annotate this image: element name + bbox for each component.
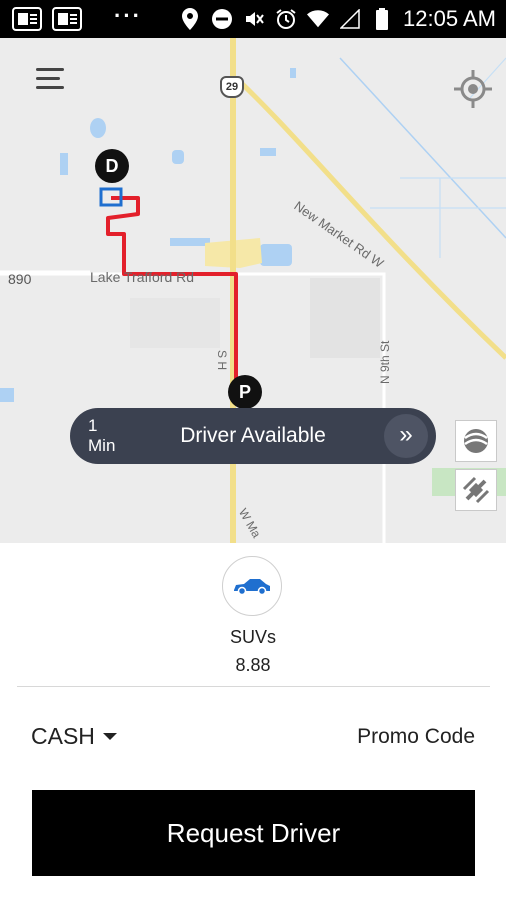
status-bar: ··· 12:05 AM — [0, 0, 506, 38]
road-label-890: 890 — [8, 271, 32, 287]
more-dots-icon: ··· — [114, 3, 142, 28]
wifi-icon — [307, 8, 330, 30]
car-icon — [234, 579, 270, 596]
dropoff-pin-label: D — [105, 156, 119, 176]
traffic-toggle-button[interactable] — [455, 469, 497, 511]
caret-down-icon — [102, 733, 117, 740]
cell-signal-icon — [339, 8, 361, 30]
vehicle-price: 8.88 — [235, 655, 271, 675]
news-app-icon — [52, 7, 82, 31]
my-location-button[interactable] — [452, 68, 494, 110]
road-label-lake-trafford: Lake Trafford Rd — [90, 269, 195, 285]
road-label-sh: S H — [215, 350, 229, 371]
promo-code-link[interactable]: Promo Code — [357, 725, 475, 749]
map-background — [0, 38, 506, 543]
news-app-icon — [12, 7, 42, 31]
globe-icon — [464, 429, 488, 453]
globe-toggle-button[interactable] — [455, 420, 497, 462]
battery-icon — [371, 8, 393, 30]
location-icon — [179, 8, 201, 30]
dropoff-pin[interactable]: D — [95, 149, 129, 183]
road-label-n-9th: N 9th St — [378, 340, 392, 384]
driver-available-banner[interactable]: 1 Min Driver Available » — [70, 408, 436, 464]
request-driver-button[interactable]: Request Driver — [32, 790, 475, 876]
driver-available-text: Driver Available — [180, 424, 326, 447]
mute-icon — [243, 8, 265, 30]
divider — [17, 686, 490, 687]
map-view[interactable]: 29 890 Lake Trafford Rd New Market Rd W … — [0, 38, 506, 543]
payment-method-dropdown[interactable]: CASH — [31, 723, 117, 750]
pickup-pin[interactable]: P — [228, 375, 262, 409]
status-time: 12:05 AM — [403, 6, 496, 31]
alarm-icon — [275, 8, 297, 30]
menu-button[interactable] — [36, 68, 66, 92]
highway-shield: 29 — [220, 76, 244, 98]
do-not-disturb-icon — [211, 8, 233, 30]
payment-method-label: CASH — [31, 723, 95, 749]
crosshair-icon — [454, 70, 492, 108]
satellite-icon — [462, 476, 490, 504]
status-left-icons — [12, 7, 82, 31]
pickup-pin-label: P — [238, 382, 251, 402]
vehicle-option-suv[interactable] — [222, 556, 282, 616]
status-right-icons: 12:05 AM — [179, 0, 496, 38]
chevron-right-icon[interactable]: » — [384, 414, 428, 458]
vehicle-name: SUVs — [229, 627, 276, 647]
